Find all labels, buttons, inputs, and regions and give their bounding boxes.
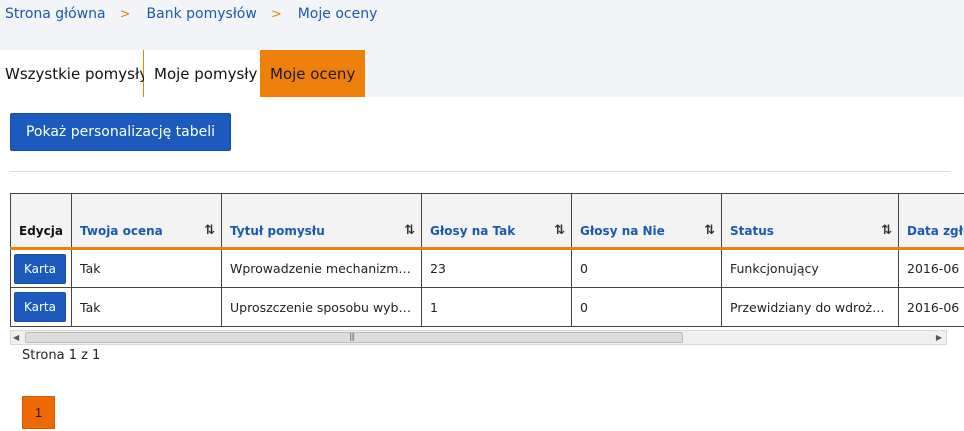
sort-icon[interactable]: ⇅ <box>204 223 215 238</box>
column-header-edit: Edycja <box>10 193 72 250</box>
card-button[interactable]: Karta <box>14 253 66 284</box>
cell-submission-date: 2016-06 <box>898 248 964 288</box>
edit-cell: Karta <box>10 287 72 327</box>
scrollbar-thumb[interactable]: ||| <box>25 332 683 343</box>
table-row: Karta Tak Uproszczenie sposobu wyboru 1 … <box>10 287 964 327</box>
cell-your-rating: Tak <box>71 248 222 288</box>
column-header-no-votes[interactable]: Głosy na Nie ⇅ <box>571 193 722 250</box>
horizontal-scrollbar[interactable]: ◀ ||| ▶ <box>10 330 947 345</box>
ratings-table: Edycja Twoja ocena ⇅ Tytuł pomysłu ⇅ Głosy… <box>10 193 964 327</box>
column-header-status[interactable]: Status ⇅ <box>721 193 899 250</box>
cell-submission-date: 2016-06 <box>898 287 964 327</box>
scroll-left-icon[interactable]: ◀ <box>13 333 19 342</box>
sort-icon[interactable]: ⇅ <box>404 223 415 238</box>
table-header-row: Edycja Twoja ocena ⇅ Tytuł pomysłu ⇅ Głosy… <box>10 193 964 250</box>
cell-no-votes: 0 <box>571 287 722 327</box>
breadcrumb-idea-bank[interactable]: Bank pomysłów <box>147 6 257 22</box>
sort-icon[interactable]: ⇅ <box>704 223 715 238</box>
breadcrumb-home[interactable]: Strona główna <box>5 6 106 22</box>
tab-my-ratings[interactable]: Moje oceny <box>260 50 365 97</box>
scroll-right-icon[interactable]: ▶ <box>936 333 942 342</box>
show-table-personalization-button[interactable]: Pokaż personalizację tabeli <box>10 113 231 151</box>
sort-icon[interactable]: ⇅ <box>554 223 565 238</box>
card-button[interactable]: Karta <box>14 292 66 322</box>
cell-yes-votes: 23 <box>421 248 572 288</box>
cell-your-rating: Tak <box>71 287 222 327</box>
column-header-submission-date[interactable]: Data zgłoszenia <box>898 193 964 250</box>
cell-yes-votes: 1 <box>421 287 572 327</box>
page-button-1[interactable]: 1 <box>22 396 55 429</box>
breadcrumb: Strona główna > Bank pomysłów > Moje oce… <box>5 5 377 23</box>
cell-idea-title: Wprowadzenie mechanizmu informowania <box>221 248 422 288</box>
column-header-yes-votes[interactable]: Głosy na Tak ⇅ <box>421 193 572 250</box>
tab-my-ideas[interactable]: Moje pomysły <box>144 50 260 97</box>
page-info: Strona 1 z 1 <box>22 348 101 363</box>
breadcrumb-separator: > <box>270 6 282 22</box>
cell-idea-title: Uproszczenie sposobu wyboru <box>221 287 422 327</box>
ratings-table-container: Edycja Twoja ocena ⇅ Tytuł pomysłu ⇅ Głosy… <box>10 193 964 328</box>
cell-status: Przewidziany do wdrożenia <box>721 287 899 327</box>
cell-no-votes: 0 <box>571 248 722 288</box>
breadcrumb-my-ratings[interactable]: Moje oceny <box>298 6 378 22</box>
grip-icon: ||| <box>349 332 355 341</box>
column-header-idea-title[interactable]: Tytuł pomysłu ⇅ <box>221 193 422 250</box>
divider <box>10 171 950 172</box>
column-header-your-rating[interactable]: Twoja ocena ⇅ <box>71 193 222 250</box>
sort-icon[interactable]: ⇅ <box>881 223 892 238</box>
breadcrumb-separator: > <box>119 6 131 22</box>
cell-status: Funkcjonujący <box>721 248 899 288</box>
edit-cell: Karta <box>10 248 72 288</box>
table-row: Karta Tak Wprowadzenie mechanizmu inform… <box>10 248 964 288</box>
tab-bar: Wszystkie pomysły Moje pomysły Moje ocen… <box>0 50 365 97</box>
tab-all-ideas[interactable]: Wszystkie pomysły <box>0 50 148 97</box>
